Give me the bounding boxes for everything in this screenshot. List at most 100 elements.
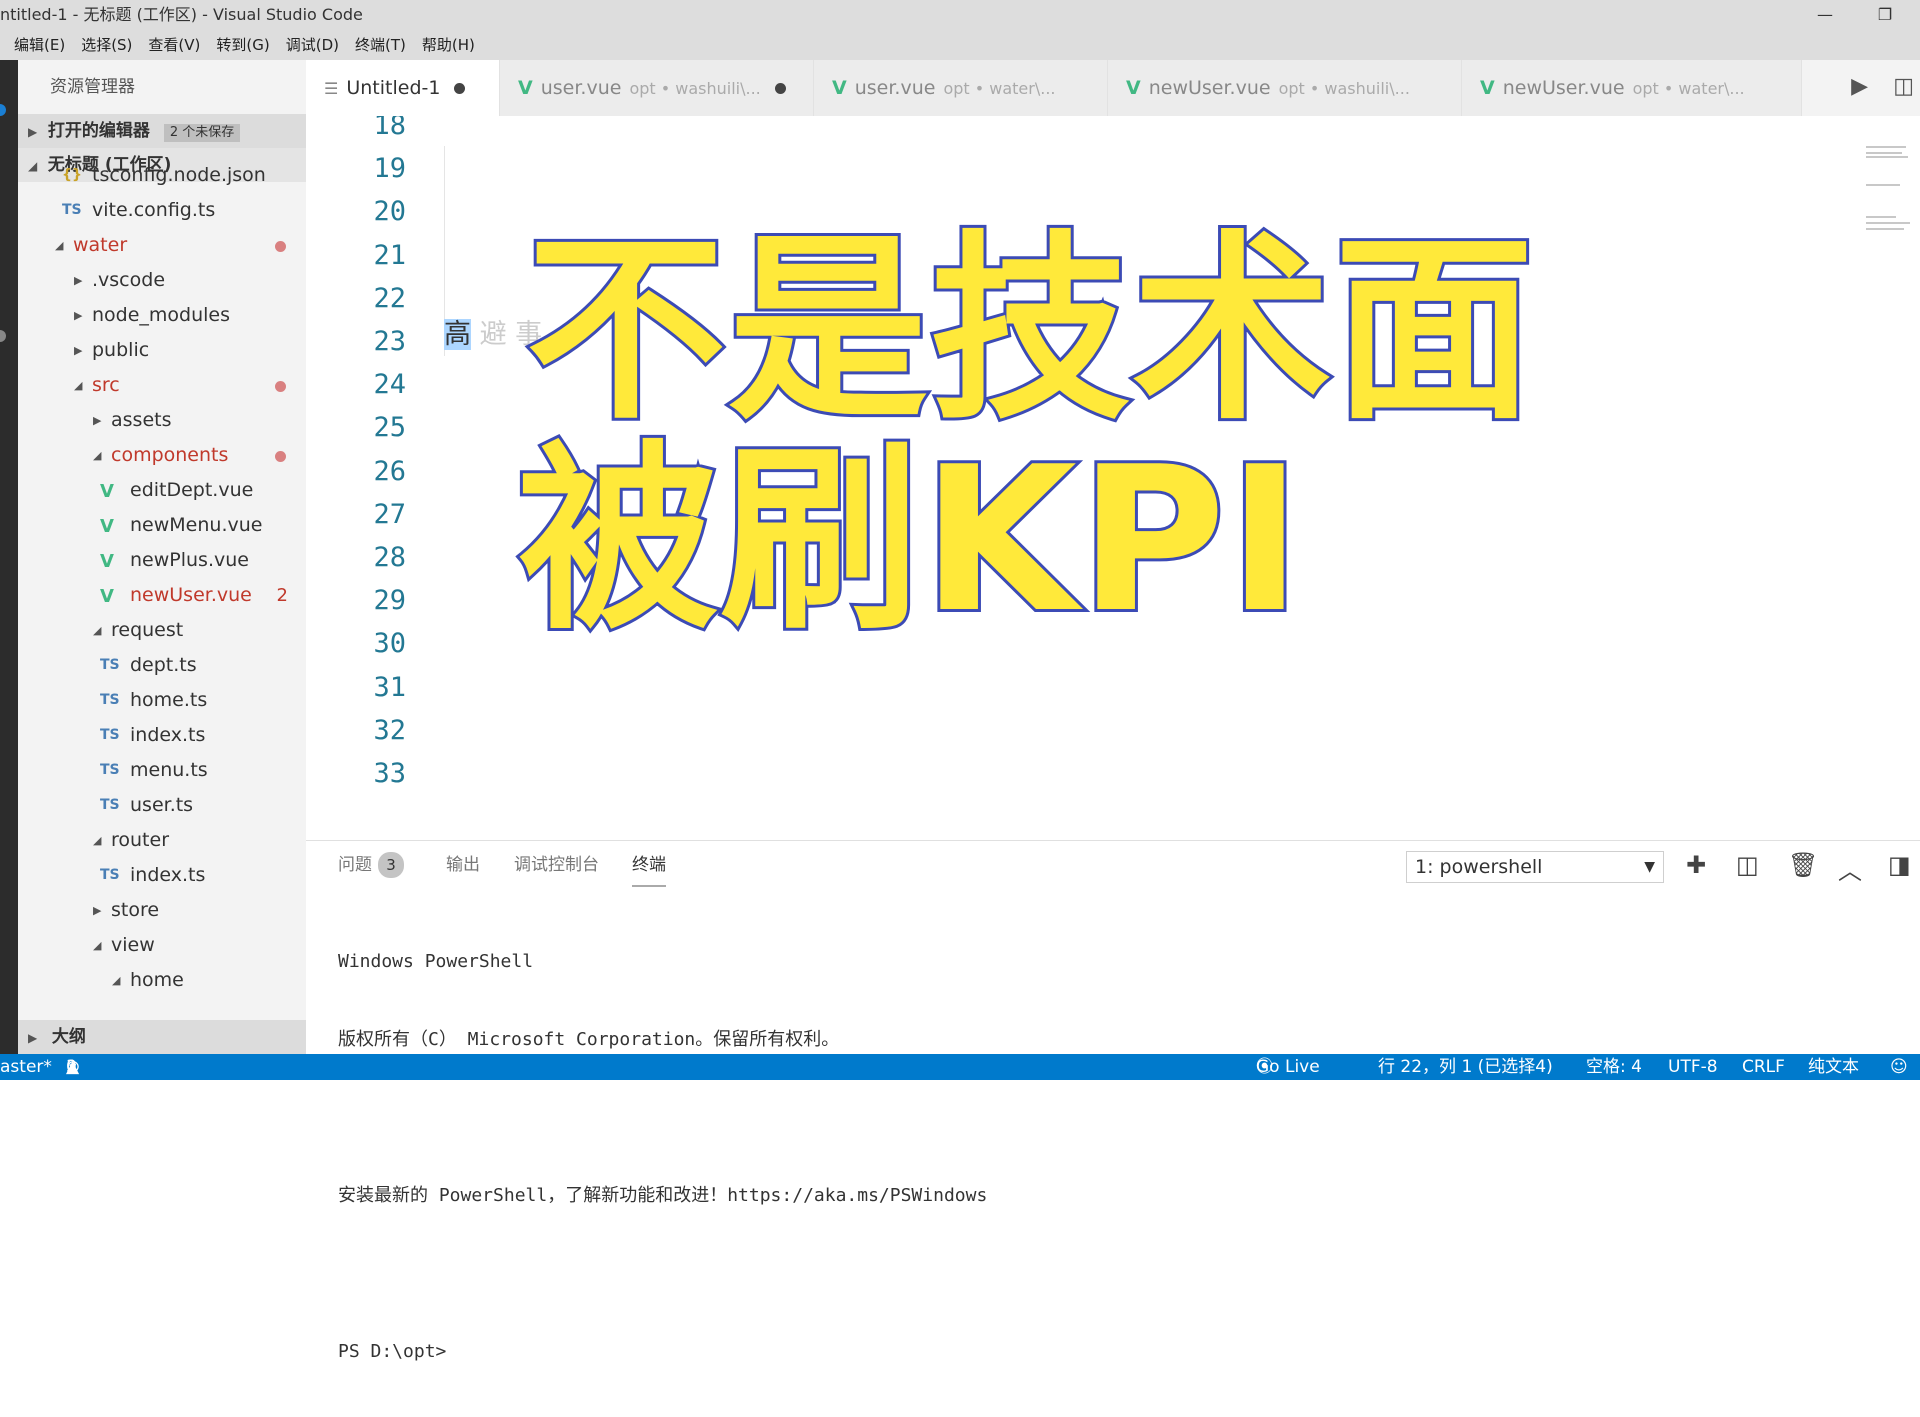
line-number: 20: [373, 196, 406, 228]
activity-indicator-icon[interactable]: [0, 104, 6, 116]
trash-icon[interactable]: 🗑: [1788, 851, 1818, 879]
menu-help[interactable]: 帮助(H): [414, 30, 483, 60]
indentation-indicator[interactable]: 空格: 4: [1586, 1054, 1642, 1080]
line-number: 30: [373, 628, 406, 660]
menu-terminal[interactable]: 终端(T): [347, 30, 414, 60]
eol-indicator[interactable]: CRLF: [1742, 1054, 1785, 1080]
menu-view[interactable]: 查看(V): [140, 30, 208, 60]
tree-item[interactable]: ◢ components: [18, 438, 306, 473]
split-terminal-icon[interactable]: ◫: [1736, 851, 1759, 879]
split-editor-icon[interactable]: ◫: [1893, 74, 1914, 99]
menu-debug[interactable]: 调试(D): [278, 30, 347, 60]
tab-output[interactable]: 输出: [446, 841, 480, 889]
tree-item[interactable]: VnewPlus.vue: [18, 543, 306, 578]
tree-item[interactable]: TS home.ts: [18, 683, 306, 718]
tree-item[interactable]: ◢ home: [18, 963, 306, 998]
problems-label: 问题: [338, 855, 372, 875]
file-tree: {} tsconfig.node.json TS vite.config.ts ◢ wat…: [18, 164, 306, 998]
minimize-button[interactable]: —: [1805, 0, 1845, 30]
modified-dot-icon: [275, 451, 286, 462]
language-mode[interactable]: 纯文本: [1808, 1054, 1859, 1080]
line-number: 18: [373, 116, 406, 141]
menu-selection[interactable]: 选择(S): [73, 30, 140, 60]
tree-item-label: vite.config.ts: [92, 199, 216, 221]
line-number: 31: [373, 671, 406, 703]
tree-item[interactable]: ▶ assets: [18, 403, 306, 438]
branch-indicator[interactable]: aster*: [0, 1054, 52, 1080]
tab-terminal[interactable]: 终端: [632, 841, 666, 887]
new-terminal-icon[interactable]: ✚: [1686, 851, 1706, 879]
tab-debug-console[interactable]: 调试控制台: [514, 841, 599, 889]
code-editor[interactable]: 18 19 20 21 22 23 24 25 26 27 28 29 30 31 32 33 高 避 事: [306, 116, 1920, 840]
activity-secondary-icon[interactable]: [0, 330, 6, 342]
tab-label: user.vue: [854, 77, 936, 99]
tree-item[interactable]: ▶ store: [18, 893, 306, 928]
tree-item-label: router: [111, 829, 170, 851]
selected-text: 高: [444, 319, 471, 350]
vue-icon: V: [100, 481, 114, 502]
menu-edit[interactable]: 编辑(E): [0, 30, 73, 60]
vue-icon: V: [1126, 77, 1141, 99]
feedback-icon[interactable]: ☺: [1890, 1054, 1908, 1080]
tab-untitled-1[interactable]: ☰ Untitled-1: [306, 60, 500, 116]
tree-item-label: components: [111, 444, 229, 466]
run-icon[interactable]: ▶: [1851, 74, 1868, 99]
tree-item-label: tsconfig.node.json: [92, 164, 266, 186]
tree-item[interactable]: TS index.ts: [18, 858, 306, 893]
line-number: 21: [373, 239, 406, 271]
tree-item[interactable]: {} tsconfig.node.json: [18, 158, 306, 193]
tree-item[interactable]: TS menu.ts: [18, 753, 306, 788]
code-line-22[interactable]: 高 避 事: [444, 312, 542, 351]
chevron-right-icon: ▶: [74, 309, 83, 322]
minimap[interactable]: [1862, 146, 1912, 246]
restore-button[interactable]: ❐: [1865, 0, 1905, 30]
tree-item[interactable]: ◢ view: [18, 928, 306, 963]
problems-count-badge: 3: [378, 852, 404, 878]
tree-item[interactable]: ◢ water: [18, 228, 306, 263]
open-editors-section[interactable]: ▶ 打开的编辑器 2 个未保存: [18, 114, 306, 148]
tab-user-vue-water[interactable]: Vuser.vue opt • water\...: [814, 60, 1108, 116]
chevron-up-icon[interactable]: ︿: [1838, 851, 1862, 886]
typescript-icon: TS: [100, 797, 120, 813]
chevron-right-icon: ▶: [93, 414, 102, 427]
typescript-icon: TS: [100, 657, 120, 673]
tree-item[interactable]: VnewMenu.vue: [18, 508, 306, 543]
tree-item[interactable]: TS index.ts: [18, 718, 306, 753]
terminal-output[interactable]: Windows PowerShell 版权所有（C） Microsoft Cor…: [338, 897, 987, 1417]
open-editors-label: 打开的编辑器: [47, 121, 150, 141]
dirty-indicator-icon[interactable]: [454, 83, 466, 94]
tab-problems[interactable]: 问题 3: [338, 841, 404, 889]
outline-section[interactable]: ▶ 大纲: [18, 1020, 306, 1054]
tree-item[interactable]: ▶ .vscode: [18, 263, 306, 298]
tree-item[interactable]: VnewUser.vue 2: [18, 578, 306, 613]
tab-newuser-vue-washuili[interactable]: VnewUser.vue opt • washuili\...: [1108, 60, 1462, 116]
tree-item-label: index.ts: [130, 724, 206, 746]
terminal-select[interactable]: 1: powershell ▼: [1406, 851, 1664, 883]
dirty-indicator-icon[interactable]: [774, 83, 786, 94]
tree-item[interactable]: ◢ router: [18, 823, 306, 858]
tree-item[interactable]: TS vite.config.ts: [18, 193, 306, 228]
encoding-indicator[interactable]: UTF-8: [1668, 1054, 1718, 1080]
line-number: 32: [373, 714, 406, 746]
file-icon: ☰: [324, 79, 339, 98]
terminal-prompt[interactable]: PS D:\opt>: [338, 1339, 987, 1365]
tree-item[interactable]: ▶ node_modules: [18, 298, 306, 333]
tree-item[interactable]: VeditDept.vue: [18, 473, 306, 508]
tree-item-label: node_modules: [92, 304, 231, 326]
menu-go[interactable]: 转到(G): [208, 30, 277, 60]
tree-item[interactable]: ◢ request: [18, 613, 306, 648]
tree-item[interactable]: TS dept.ts: [18, 648, 306, 683]
tree-item-label: index.ts: [130, 864, 206, 886]
warning-count: 0: [66, 1057, 77, 1077]
tab-newuser-vue-water[interactable]: VnewUser.vue opt • water\...: [1462, 60, 1802, 116]
tree-item[interactable]: ▶ public: [18, 333, 306, 368]
toggle-panel-icon[interactable]: ◨: [1888, 851, 1911, 879]
typescript-icon: TS: [100, 762, 120, 778]
tab-description: opt • washuili\...: [629, 79, 761, 98]
line-number: 28: [373, 542, 406, 573]
tree-item[interactable]: TS user.ts: [18, 788, 306, 823]
tab-user-vue-washuili[interactable]: Vuser.vue opt • washuili\...: [500, 60, 814, 116]
tree-item-label: newMenu.vue: [130, 514, 263, 536]
tree-item[interactable]: ◢ src: [18, 368, 306, 403]
cursor-position[interactable]: 行 22，列 1 (已选择4): [1378, 1054, 1553, 1080]
